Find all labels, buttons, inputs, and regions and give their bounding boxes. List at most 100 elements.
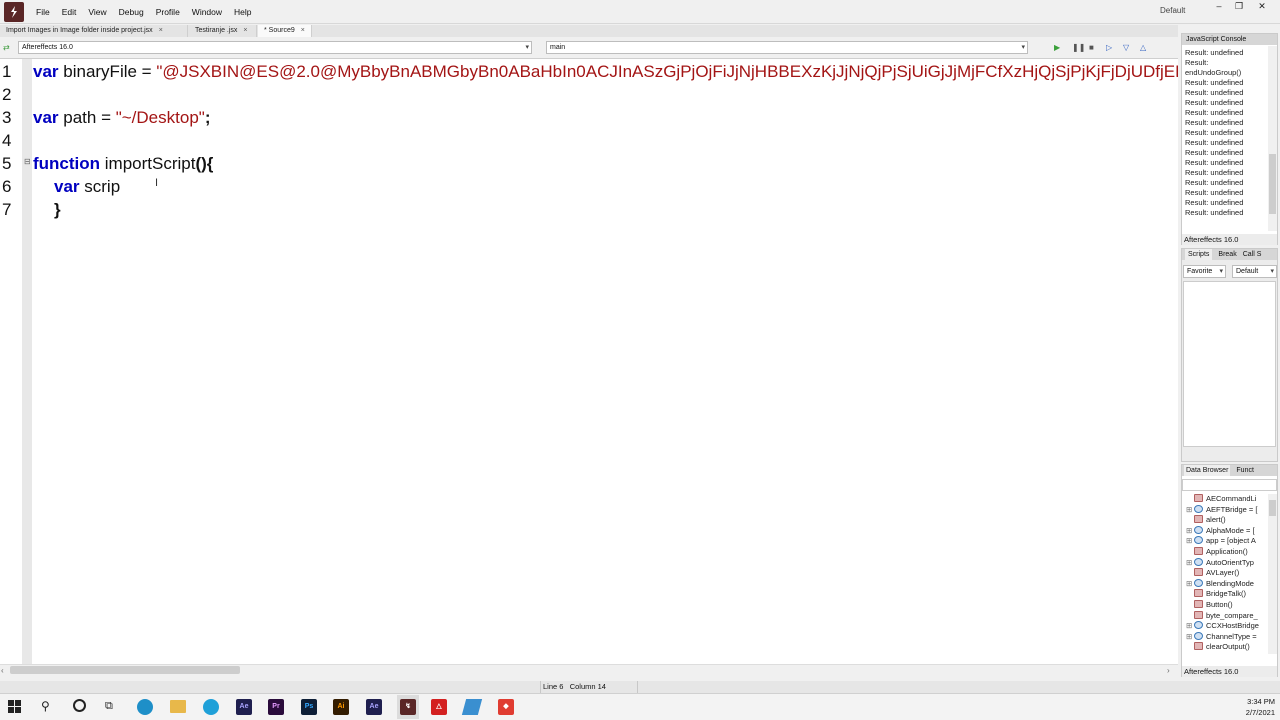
close-button[interactable]: ✕ [1251,0,1273,14]
scroll-left-icon[interactable]: ‹ [1,666,4,675]
console-scrollbar[interactable] [1268,46,1277,231]
default-select[interactable]: Default ▾ [1232,265,1277,278]
data-browser-item-label: Application() [1206,547,1248,556]
pause-icon[interactable]: ❚❚ [1072,43,1085,52]
data-browser-scrollbar[interactable] [1268,494,1277,654]
run-icon[interactable]: ▶ [1054,43,1060,52]
scroll-thumb[interactable] [1269,154,1276,214]
data-browser-item-label: BridgeTalk() [1206,589,1247,599]
clock-time[interactable]: 3:34 PM [1237,697,1275,706]
expand-icon[interactable]: ⊞ [1186,505,1194,515]
tab-data-browser[interactable]: Data Browser [1184,465,1231,476]
menu-debug[interactable]: Debug [113,0,150,24]
line-number: 2 [2,85,12,104]
data-browser-item[interactable]: ⊞ AlphaMode = [ [1186,525,1278,536]
console-output: Result: undefined Result: endUndoGroup() Re… [1185,48,1267,218]
illustrator-icon[interactable]: Ai [333,699,349,715]
restore-button[interactable]: ❐ [1228,0,1250,14]
step-over-icon[interactable]: ▷ [1106,43,1112,52]
tab-breakpoints[interactable]: Break [1218,249,1236,260]
skype-icon[interactable] [203,699,219,715]
data-browser-item[interactable]: AECommandLi [1186,494,1278,504]
data-browser-item[interactable]: Button() [1186,600,1278,610]
status-bar: Line 6 Column 14 [0,681,1280,693]
data-browser-item-label: AEFTBridge = [ [1206,504,1258,514]
menu-file[interactable]: File [30,0,56,24]
step-into-icon[interactable]: ▽ [1123,43,1129,52]
data-browser-item[interactable]: alert() [1186,515,1278,525]
data-browser-item[interactable]: ⊞ CCXHostBridge [1186,621,1278,631]
git-app-icon[interactable]: ◆ [498,699,514,715]
tab-scripts[interactable]: Scripts [1185,249,1213,260]
tab-import-images[interactable]: Import Images in Image folder inside pro… [0,25,188,37]
after-effects-icon[interactable]: Ae [366,699,382,715]
data-browser-item[interactable]: ⊞ AEFTBridge = [ [1186,504,1278,515]
scroll-thumb[interactable] [10,666,240,674]
stop-icon[interactable]: ■ [1089,43,1094,52]
data-browser-item[interactable]: BridgeTalk() [1186,589,1278,599]
expand-icon[interactable]: ⊞ [1186,621,1194,631]
search-icon[interactable]: ⚲ [41,699,50,713]
tab-source9[interactable]: * Source9 × [258,25,312,37]
photoshop-icon[interactable]: Ps [301,699,317,715]
after-effects-icon[interactable]: Ae [236,699,252,715]
expand-icon[interactable]: ⊞ [1186,632,1194,642]
data-browser-item[interactable]: ⊞ BlendingMode [1186,578,1278,589]
notepad-icon[interactable] [461,699,483,715]
data-browser-item-label: alert() [1206,515,1226,525]
console-line: endUndoGroup() [1185,68,1242,77]
fold-toggle-icon[interactable]: ⊟ [24,157,31,166]
close-tab-icon[interactable]: × [301,27,305,34]
close-tab-icon[interactable]: × [243,27,247,34]
data-browser-item[interactable]: ⊞ app = [object A [1186,536,1278,546]
expand-icon[interactable]: ⊞ [1186,536,1194,546]
code-line-6: var scrip [54,177,1199,197]
tab-call-stack[interactable]: Call S [1243,249,1262,260]
code-line-5: function importScript(){ [33,154,1178,174]
minimize-button[interactable]: – [1208,0,1230,14]
favorite-select[interactable]: Favorite ▾ [1183,265,1226,278]
console-line: Result: undefined [1185,108,1244,117]
chevron-down-icon: ▾ [525,44,529,51]
tab-testiranje[interactable]: Testiranje .jsx × [189,25,257,37]
clock-date[interactable]: 2/7/2021 [1237,708,1275,717]
menu-window[interactable]: Window [186,0,228,24]
extendscript-toolkit-icon[interactable]: ↯ [400,699,416,715]
target-app-select[interactable]: Aftereffects 16.0 ▾ [18,41,532,54]
code-editor[interactable]: 1 2 3 4 5 6 7 ⊟ var binaryFile = "@JSXBI… [0,58,1178,665]
task-view-icon[interactable]: ⧉ [105,700,113,713]
file-explorer-icon[interactable] [170,700,186,713]
data-browser-item[interactable]: clearOutput() [1186,642,1278,652]
data-browser-item[interactable]: ⊞ AutoOrientTyp [1186,557,1278,568]
function-icon [1194,515,1203,524]
step-out-icon[interactable]: △ [1140,43,1146,52]
data-browser-item[interactable]: ⊞ ChannelType = [1186,631,1278,642]
data-browser-item[interactable]: AVLayer() [1186,568,1278,578]
console-line: Result: undefined [1185,138,1244,147]
link-icon[interactable]: ⇄ [3,43,10,52]
function-select[interactable]: main ▾ [546,41,1028,54]
menu-view[interactable]: View [82,0,112,24]
data-browser-item-label: Button() [1206,600,1233,609]
start-windows-icon[interactable] [8,700,21,715]
scroll-thumb[interactable] [1269,500,1276,516]
close-tab-icon[interactable]: × [159,27,163,34]
expand-icon[interactable]: ⊞ [1186,558,1194,568]
edge-browser-icon[interactable] [137,699,153,715]
menu-help[interactable]: Help [228,0,257,24]
expand-icon[interactable]: ⊞ [1186,526,1194,536]
menu-profile[interactable]: Profile [150,0,186,24]
workspace-selector[interactable]: Default [1160,0,1185,22]
expand-icon[interactable]: ⊞ [1186,579,1194,589]
scripts-list[interactable] [1183,281,1276,447]
cortana-icon[interactable] [73,699,86,712]
premiere-pro-icon[interactable]: Pr [268,699,284,715]
data-browser-tree: AECommandLi ⊞ AEFTBridge = [alert() ⊞ AlphaM… [1182,494,1268,654]
acrobat-icon[interactable]: △ [431,699,447,715]
data-browser-item[interactable]: Application() [1186,547,1278,557]
scroll-right-icon[interactable]: › [1167,666,1170,675]
menu-edit[interactable]: Edit [56,0,83,24]
tab-functions[interactable]: Funct [1236,465,1254,476]
data-browser-filter[interactable] [1182,479,1277,491]
data-browser-item[interactable]: byte_compare_ [1186,610,1278,621]
